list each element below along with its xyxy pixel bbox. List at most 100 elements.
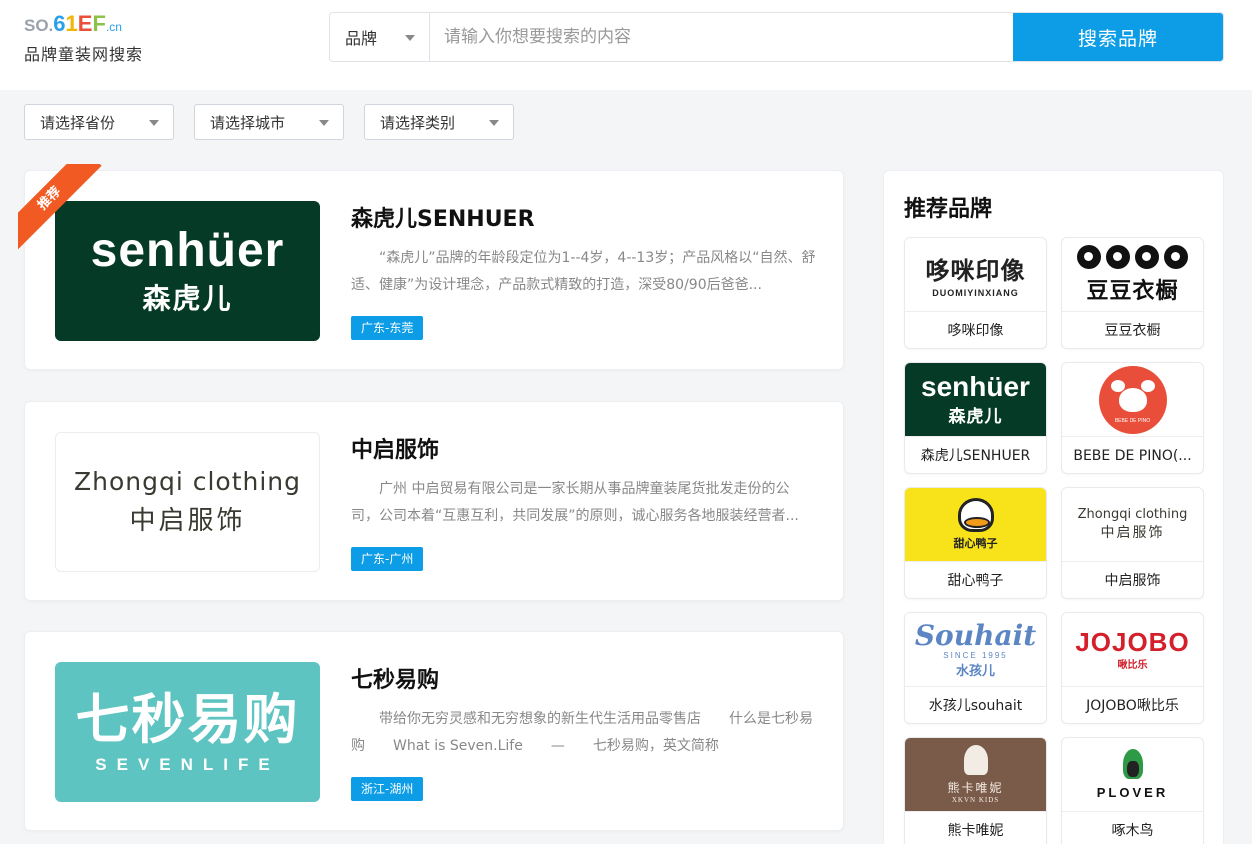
- logo-so: SO.: [24, 16, 54, 35]
- brand-tile-label: BEBE DE PINO(...: [1073, 448, 1192, 464]
- brand-logo: 甜心鸭子: [905, 488, 1046, 562]
- woodpecker-icon: [1119, 749, 1147, 785]
- brand-description: 带给你无穷灵感和无穷想象的新生代生活用品零售店 什么是七秒易购 What is …: [351, 711, 813, 754]
- site-logo[interactable]: SO.61EF.cn 品牌童装网搜索: [24, 12, 174, 65]
- brand-logo-zhongqi[interactable]: Zhongqi clothing 中启服饰: [55, 432, 320, 572]
- logo-six: 6: [53, 11, 66, 36]
- logo-text: 甜心鸭子: [953, 537, 998, 550]
- brand-tile-label: 哆咪印像: [947, 323, 1004, 339]
- logo-subtext-cn: 水孩儿: [955, 663, 995, 679]
- logo-subtext: 中启服饰: [1100, 525, 1165, 541]
- province-select-value: 请选择省份: [40, 113, 116, 132]
- location-tag[interactable]: 浙江-湖州: [351, 777, 424, 801]
- brand-logo-sevenlife[interactable]: 七秒易购 SEVENLIFE: [55, 662, 320, 802]
- brand-tile[interactable]: senhüer 森虎儿 森虎儿SENHUER: [904, 362, 1047, 474]
- logo-subtext: 啾比乐: [1117, 660, 1148, 671]
- brand-tile[interactable]: BEBE DE PINO BEBE DE PINO(...: [1061, 362, 1204, 474]
- logo-text-cn: 森虎儿: [142, 282, 233, 315]
- page: SO.61EF.cn 品牌童装网搜索 品牌 搜索品牌 请选择省份 请选择城市 请…: [0, 0, 1252, 844]
- logo-one: 1: [65, 11, 78, 36]
- brand-tile[interactable]: 熊卡唯妮 XKVN KIDS 熊卡唯妮: [904, 737, 1047, 844]
- brand-logo: PLOVER: [1062, 738, 1203, 812]
- brand-title[interactable]: 中启服饰: [351, 432, 439, 464]
- brand-card[interactable]: senhüer 森虎儿 森虎儿SENHUER “森虎儿”品牌的年龄段定位为1--…: [24, 170, 844, 370]
- logo-wordmark: SO.61EF.cn: [24, 12, 174, 39]
- city-select-value: 请选择城市: [210, 113, 286, 132]
- search-type-value: 品牌: [345, 29, 378, 48]
- brand-tile[interactable]: JOJOBO 啾比乐 JOJOBO啾比乐: [1061, 612, 1204, 724]
- brand-description: “森虎儿”品牌的年龄段定位为1--4岁，4--13岁；产品风格以“自然、舒适、健…: [351, 250, 816, 293]
- brand-tile[interactable]: PLOVER 啄木鸟: [1061, 737, 1204, 844]
- brand-tile-label: 熊卡唯妮: [947, 823, 1004, 839]
- logo-text-en: senhüer: [90, 224, 285, 277]
- province-select[interactable]: 请选择省份: [24, 104, 174, 140]
- location-tag[interactable]: 广东-广州: [351, 547, 424, 571]
- logo-text-en: Zhongqi clothing: [73, 467, 302, 496]
- brand-tile[interactable]: 哆咪印像 DUOMIYINXIANG 哆咪印像: [904, 237, 1047, 349]
- logo-e: E: [77, 11, 93, 36]
- brand-logo: JOJOBO 啾比乐: [1062, 613, 1203, 687]
- category-select[interactable]: 请选择类别: [364, 104, 514, 140]
- logo-subtext: XKVN KIDS: [951, 796, 1000, 804]
- location-tag[interactable]: 广东-东莞: [351, 316, 424, 340]
- logo-text: Zhongqi clothing: [1077, 507, 1188, 522]
- logo-f: F: [92, 11, 106, 36]
- logo-subtext: SINCE 1995: [943, 650, 1008, 660]
- brand-logo: 豆豆衣橱: [1062, 238, 1203, 312]
- brand-tile[interactable]: Zhongqi clothing 中启服饰 中启服饰: [1061, 487, 1204, 599]
- brand-tile-label: 豆豆衣橱: [1104, 323, 1161, 339]
- logo-subtext: DUOMIYINXIANG: [932, 288, 1019, 298]
- brand-title[interactable]: 森虎儿SENHUER: [351, 201, 535, 233]
- brand-tile-label: 啄木鸟: [1111, 823, 1154, 839]
- panel-title: 推荐品牌: [904, 197, 993, 222]
- city-select[interactable]: 请选择城市: [194, 104, 344, 140]
- logo-subtext: 森虎儿: [948, 407, 1003, 427]
- brand-tile[interactable]: 甜心鸭子 甜心鸭子: [904, 487, 1047, 599]
- brand-card[interactable]: 七秒易购 SEVENLIFE 七秒易购 带给你无穷灵感和无穷想象的新生代生活用品…: [24, 631, 844, 831]
- brand-card[interactable]: Zhongqi clothing 中启服饰 中启服饰 广州 中启贸易有限公司是一…: [24, 401, 844, 601]
- header: SO.61EF.cn 品牌童装网搜索 品牌 搜索品牌: [0, 0, 1252, 90]
- logo-text: Souhait: [914, 618, 1037, 652]
- brand-logo-senhuer[interactable]: senhüer 森虎儿: [55, 201, 320, 341]
- logo-text: 豆豆衣橱: [1086, 278, 1179, 304]
- logo-text: 哆咪印像: [925, 257, 1026, 285]
- brand-tile-label: 森虎儿SENHUER: [920, 448, 1031, 464]
- bear-icon: BEBE DE PINO: [1098, 365, 1167, 434]
- duck-icon: [957, 498, 994, 532]
- search-bar: 品牌 搜索品牌: [329, 12, 1224, 62]
- chevron-down-icon: [489, 120, 499, 126]
- brand-tile-label: 甜心鸭子: [947, 573, 1004, 589]
- brand-logo: Zhongqi clothing 中启服饰: [1062, 488, 1203, 562]
- brand-logo: BEBE DE PINO: [1062, 363, 1203, 437]
- dots-icon: [1077, 244, 1188, 269]
- logo-text-en: SEVENLIFE: [95, 755, 280, 774]
- logo-text: senhüer: [921, 371, 1030, 402]
- brand-tile-label: 水孩儿souhait: [928, 698, 1023, 714]
- brand-tile[interactable]: 豆豆衣橱 豆豆衣橱: [1061, 237, 1204, 349]
- filter-bar: 请选择省份 请选择城市 请选择类别: [24, 104, 514, 140]
- chevron-down-icon: [319, 120, 329, 126]
- chevron-down-icon: [405, 35, 415, 41]
- logo-text: 熊卡唯妮: [947, 781, 1004, 795]
- brand-logo: senhüer 森虎儿: [905, 363, 1046, 437]
- logo-text-cn: 七秒易购: [75, 688, 300, 751]
- brand-description: 广州 中启贸易有限公司是一家长期从事品牌童装尾货批发走份的公司，公司本着“互惠互…: [351, 481, 799, 524]
- logo-text: PLOVER: [1096, 785, 1169, 800]
- brand-tile[interactable]: Souhait SINCE 1995 水孩儿 水孩儿souhait: [904, 612, 1047, 724]
- logo-text-cn: 中启服饰: [129, 506, 246, 536]
- logo-cn: .cn: [105, 20, 122, 34]
- brand-title[interactable]: 七秒易购: [351, 662, 439, 694]
- search-type-select[interactable]: 品牌: [330, 13, 430, 61]
- search-button[interactable]: 搜索品牌: [1013, 13, 1223, 61]
- category-select-value: 请选择类别: [380, 113, 456, 132]
- search-input[interactable]: [430, 13, 1013, 61]
- brand-tile-label: 中启服饰: [1104, 573, 1161, 589]
- brand-tile-label: JOJOBO啾比乐: [1086, 698, 1179, 714]
- logo-text: BEBE DE PINO: [1114, 417, 1151, 424]
- chevron-down-icon: [149, 120, 159, 126]
- logo-text: JOJOBO: [1075, 627, 1190, 657]
- brand-logo: Souhait SINCE 1995 水孩儿: [905, 613, 1046, 687]
- recommended-brands-panel: 推荐品牌 哆咪印像 DUOMIYINXIANG 哆咪印像 豆豆衣橱 豆豆衣橱 s…: [883, 170, 1224, 844]
- logo-subtitle: 品牌童装网搜索: [24, 45, 144, 64]
- brand-logo: 熊卡唯妮 XKVN KIDS: [905, 738, 1046, 812]
